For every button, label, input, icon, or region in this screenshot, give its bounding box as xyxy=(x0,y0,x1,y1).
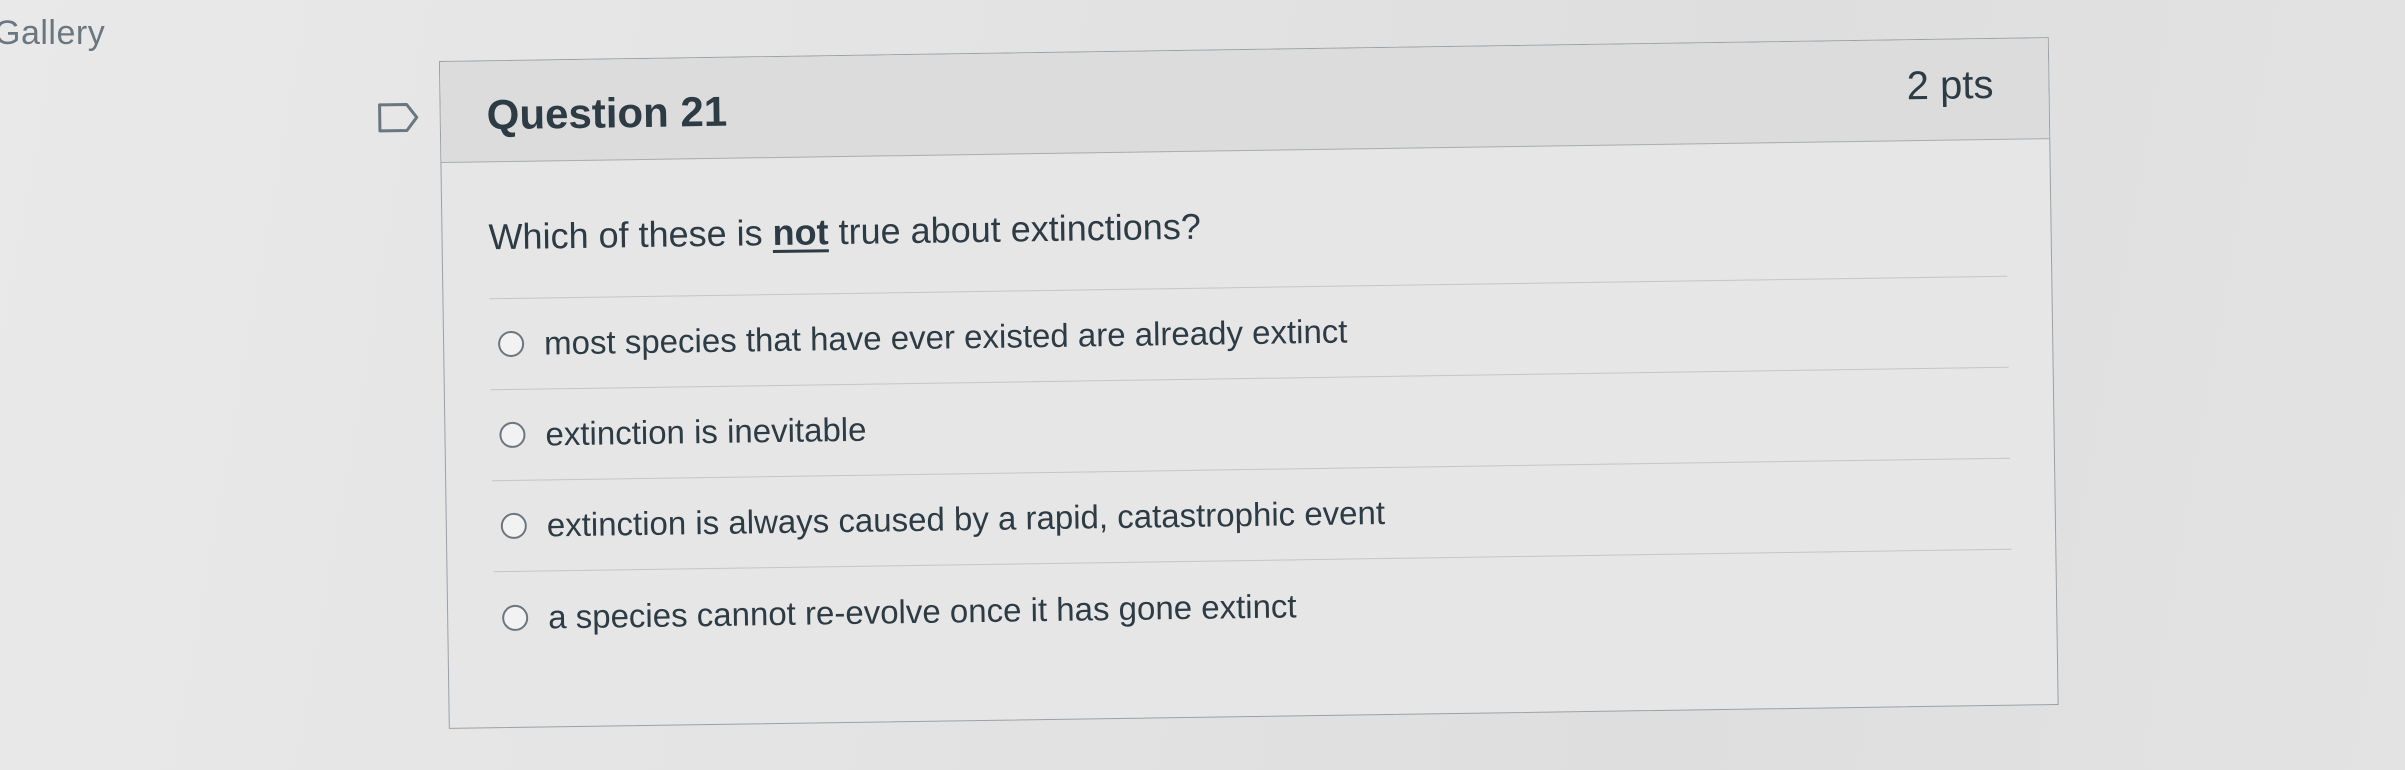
radio-button[interactable] xyxy=(497,330,525,358)
quiz-page: Question 21 2 pts Which of these is not … xyxy=(370,0,2101,770)
answer-label[interactable]: most species that have ever existed are … xyxy=(544,313,1348,363)
question-card: Question 21 2 pts Which of these is not … xyxy=(438,37,2059,729)
question-points: 2 pts xyxy=(1906,62,1994,109)
radio-button[interactable] xyxy=(500,512,528,540)
radio-button[interactable] xyxy=(501,604,529,631)
question-body: Which of these is not true about extinct… xyxy=(441,139,2056,664)
answer-label[interactable]: extinction is always caused by a rapid, … xyxy=(547,494,1386,544)
gallery-label: Gallery xyxy=(0,14,106,52)
radio-button[interactable] xyxy=(499,421,526,449)
answer-label[interactable]: extinction is inevitable xyxy=(545,411,867,454)
question-title: Question 21 xyxy=(486,87,728,139)
question-text-before: Which of these is xyxy=(488,212,773,258)
question-text-emphasis: not xyxy=(772,211,829,254)
flag-question-icon[interactable] xyxy=(377,101,421,134)
question-text-after: true about extinctions? xyxy=(828,205,1202,253)
answer-label[interactable]: a species cannot re-evolve once it has g… xyxy=(548,587,1297,636)
answer-list: most species that have ever existed are … xyxy=(489,276,2012,663)
